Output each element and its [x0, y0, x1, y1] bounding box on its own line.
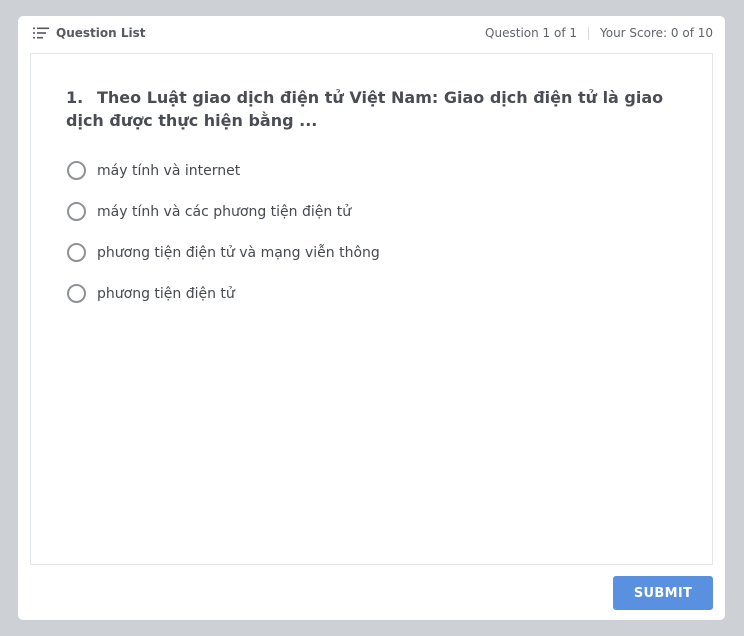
submit-button[interactable]: SUBMIT: [613, 576, 713, 610]
answer-label: máy tính và internet: [97, 162, 241, 179]
radio-unchecked-icon[interactable]: [67, 202, 86, 221]
question-text: 1. Theo Luật giao dịch điện tử Việt Nam: …: [66, 86, 676, 132]
question-list-label: Question List: [56, 26, 146, 40]
question-body: Theo Luật giao dịch điện tử Việt Nam: Gi…: [66, 88, 664, 130]
divider: [588, 26, 589, 40]
radio-unchecked-icon[interactable]: [67, 161, 86, 180]
answer-label: phương tiện điện tử và mạng viễn thông: [97, 244, 380, 261]
score-display: Your Score: 0 of 10: [600, 26, 713, 40]
question-panel: 1. Theo Luật giao dịch điện tử Việt Nam: …: [30, 53, 713, 565]
quiz-header: Question List Question 1 of 1 Your Score…: [18, 16, 725, 52]
question-number: 1.: [66, 88, 84, 107]
answer-option-2[interactable]: máy tính và các phương tiện điện tử: [67, 200, 380, 223]
quiz-card: Question List Question 1 of 1 Your Score…: [18, 16, 725, 620]
radio-unchecked-icon[interactable]: [67, 284, 86, 303]
answer-option-4[interactable]: phương tiện điện tử: [67, 282, 380, 305]
answer-options: máy tính và internet máy tính và các phư…: [67, 159, 380, 323]
answer-option-3[interactable]: phương tiện điện tử và mạng viễn thông: [67, 241, 380, 264]
answer-option-1[interactable]: máy tính và internet: [67, 159, 380, 182]
answer-label: máy tính và các phương tiện điện tử: [97, 203, 352, 220]
answer-label: phương tiện điện tử: [97, 285, 235, 302]
radio-unchecked-icon[interactable]: [67, 243, 86, 262]
list-icon: [33, 27, 49, 39]
question-list-button[interactable]: Question List: [33, 26, 145, 40]
question-counter: Question 1 of 1: [485, 26, 577, 40]
quiz-meta: Question 1 of 1 Your Score: 0 of 10: [485, 26, 713, 40]
